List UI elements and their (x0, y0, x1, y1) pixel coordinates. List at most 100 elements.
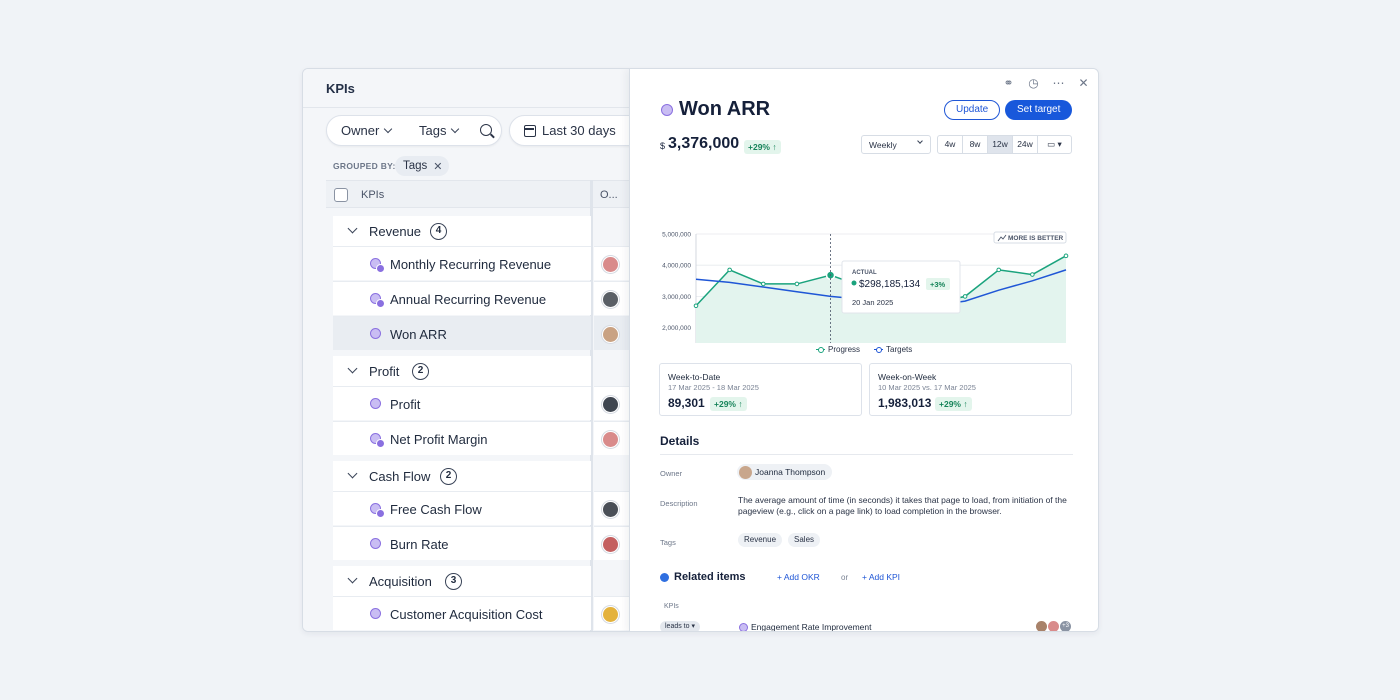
or-separator: or (841, 573, 849, 582)
group-row-cash-flow[interactable]: Cash Flow 2 (333, 461, 591, 491)
tags-label: Tags (660, 538, 676, 547)
chevron-down-icon (384, 124, 393, 133)
card-subtitle: 10 Mar 2025 vs. 17 Mar 2025 (878, 383, 976, 392)
y-tick-label: 2,000,000 (662, 325, 691, 332)
range-24w[interactable]: 24w (1013, 136, 1038, 153)
select-all-checkbox[interactable] (334, 188, 348, 202)
search-icon[interactable] (480, 124, 492, 136)
kpi-chart[interactable]: 01,000,0002,000,0003,000,0004,000,0005,0… (630, 157, 1099, 343)
tag-chip[interactable]: Sales (788, 533, 821, 547)
chevron-down-icon[interactable] (347, 363, 358, 374)
group-label: Acquisition (369, 574, 432, 589)
tooltip-kind: ACTUAL (852, 270, 877, 276)
progress-point[interactable] (1030, 272, 1035, 277)
value-delta: +29% (748, 142, 770, 152)
owner-filter-label: Owner (341, 123, 380, 138)
column-header-owner[interactable]: O... (600, 189, 618, 201)
legend-targets[interactable]: Targets (874, 345, 912, 354)
set-target-button[interactable]: Set target (1005, 100, 1073, 120)
group-label: Profit (369, 364, 400, 379)
close-icon[interactable]: ✕ (433, 160, 442, 173)
range-8w[interactable]: 8w (963, 136, 988, 153)
grouped-by-chip[interactable]: Tags ✕ (395, 156, 449, 176)
card-delta: +29% (714, 399, 736, 409)
add-kpi-button[interactable]: + Add KPI (862, 572, 900, 582)
avatar (602, 431, 619, 448)
range-12w[interactable]: 12w (988, 136, 1013, 153)
kpi-icon (370, 503, 385, 518)
chevron-down-icon[interactable] (347, 223, 358, 234)
progress-point[interactable] (996, 267, 1002, 273)
kpi-name: Net Profit Margin (390, 432, 488, 447)
leads-to-label: leads to (665, 623, 690, 630)
kpi-name: Free Cash Flow (390, 502, 482, 517)
owner-filter[interactable]: Owner (341, 123, 393, 138)
group-count: 4 (430, 223, 447, 240)
owner-cell (594, 281, 633, 315)
card-delta-badge: +29% ↑ (710, 397, 747, 411)
table-row-selected[interactable]: Won ARR (333, 316, 591, 350)
avatar (602, 291, 619, 308)
table-row[interactable]: Net Profit Margin (333, 421, 591, 455)
progress-point[interactable] (760, 281, 766, 287)
progress-point[interactable] (1063, 253, 1069, 259)
group-row-acquisition[interactable]: Acquisition 3 (333, 566, 591, 596)
progress-point[interactable] (693, 303, 699, 309)
column-header-kpis[interactable]: KPIs (361, 189, 384, 201)
progress-point[interactable] (962, 294, 968, 299)
table-row[interactable]: Annual Recurring Revenue (333, 281, 591, 315)
more-icon[interactable]: ⋯ (1052, 77, 1065, 90)
table-row[interactable]: Customer Acquisition Cost (333, 596, 591, 630)
table-row[interactable]: Monthly Recurring Revenue (333, 246, 591, 280)
legend-progress[interactable]: Progress (816, 345, 860, 354)
group-row-profit[interactable]: Profit 2 (333, 356, 591, 386)
kpi-name: Profit (390, 397, 421, 412)
description-text[interactable]: The average amount of time (in seconds) … (738, 495, 1073, 517)
custom-range-calendar-icon[interactable]: ▭ ▾ (1038, 136, 1071, 153)
link-icon[interactable]: ⚭ (1002, 77, 1015, 90)
range-4w[interactable]: 4w (938, 136, 963, 153)
chevron-down-icon[interactable] (347, 573, 358, 584)
detail-title: Won ARR (679, 98, 771, 120)
card-delta: +29% (939, 399, 961, 409)
kpi-icon (370, 293, 385, 308)
tag-chip[interactable]: Revenue (738, 533, 783, 547)
group-count: 2 (412, 363, 429, 380)
owner-cell (594, 526, 633, 560)
related-item-name[interactable]: Engagement Rate Improvement (751, 622, 871, 631)
frequency-select[interactable]: Weekly (861, 135, 931, 154)
owner-chip[interactable]: Joanna Thompson (737, 464, 833, 480)
kpi-name: Won ARR (390, 327, 447, 342)
group-count: 2 (440, 468, 457, 485)
update-button[interactable]: Update (944, 100, 1001, 120)
calendar-icon (524, 125, 536, 137)
description-label: Description (660, 499, 698, 508)
kpi-window: KPIs Owner Tags Last 30 days GROUPED BY:… (302, 68, 1099, 632)
chevron-down-icon[interactable] (347, 468, 358, 479)
progress-point[interactable] (727, 267, 732, 273)
legend-progress-label: Progress (828, 345, 861, 354)
y-tick-label: 5,000,000 (662, 232, 691, 239)
kpi-icon (370, 328, 381, 339)
table-row[interactable]: Profit (333, 386, 591, 420)
tags-filter[interactable]: Tags (419, 123, 460, 138)
kpi-icon (370, 433, 385, 448)
more-is-better-label: MORE IS BETTER (1008, 235, 1064, 242)
card-title: Week-on-Week (878, 372, 937, 382)
history-icon[interactable]: ◷ (1027, 77, 1040, 90)
chart-tooltip: ACTUAL $298,185,134 +3% 20 Jan 2025 (841, 260, 961, 314)
table-row[interactable]: Burn Rate (333, 526, 591, 560)
leads-to-dropdown[interactable]: leads to ▾ (660, 621, 700, 631)
kpi-icon (739, 623, 748, 631)
add-okr-button[interactable]: + Add OKR (777, 572, 820, 582)
table-row[interactable]: Free Cash Flow (333, 491, 591, 525)
kpi-icon (370, 538, 381, 549)
progress-point[interactable] (794, 281, 800, 287)
value-delta-badge: +29% ↑ (744, 140, 781, 154)
owner-cell (594, 386, 633, 420)
close-icon[interactable]: ✕ (1077, 77, 1090, 90)
card-delta-badge: +29% ↑ (935, 397, 972, 411)
group-row-revenue[interactable]: Revenue 4 (333, 216, 591, 246)
arrow-up-icon: ↑ (738, 399, 743, 409)
owner-cell (594, 596, 633, 630)
